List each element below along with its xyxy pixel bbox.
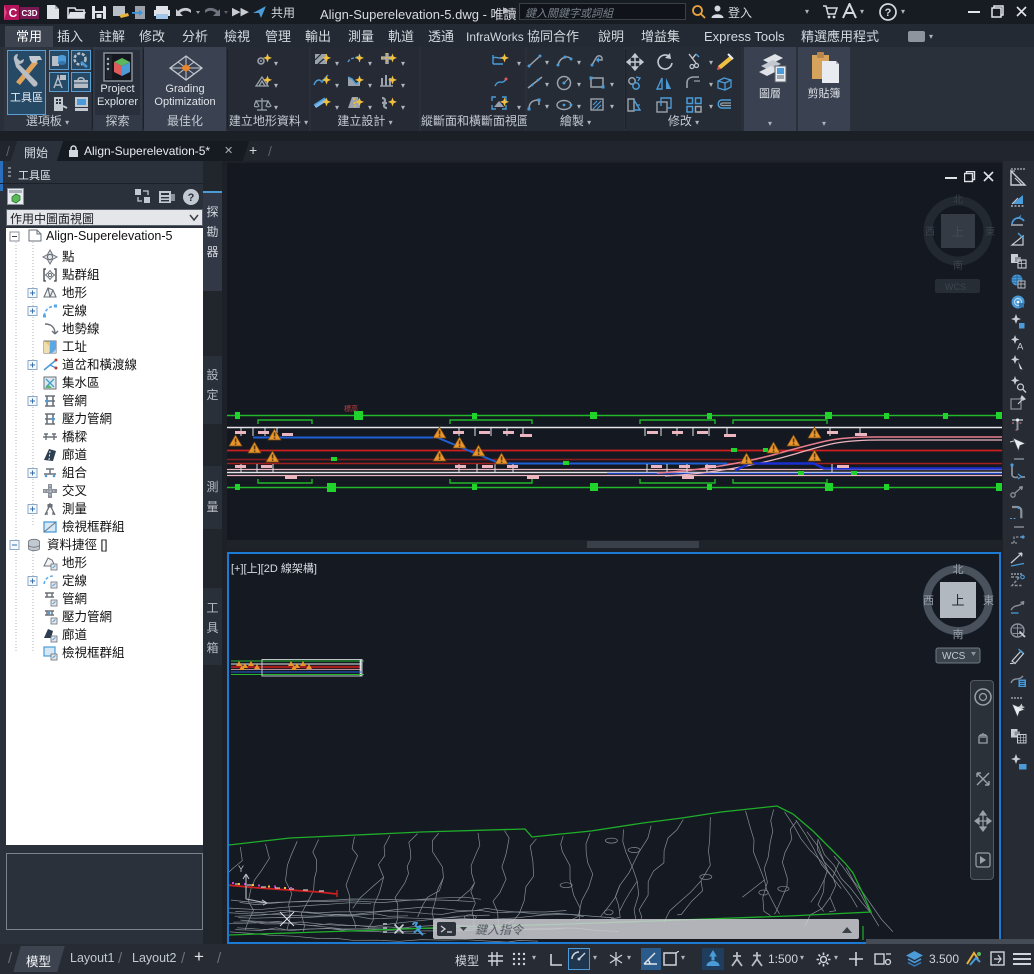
svg-text:橋樑: 橋樑 [62, 430, 88, 444]
svg-text:測量: 測量 [62, 502, 87, 516]
svg-text:南: 南 [953, 628, 964, 641]
svg-text:定線: 定線 [62, 303, 88, 318]
svg-text:C: C [9, 6, 18, 20]
svg-text:WCS: WCS [942, 651, 966, 662]
svg-text:Align-Superelevation-5: Align-Superelevation-5 [46, 229, 173, 243]
svg-text:標高: 標高 [344, 404, 358, 413]
svg-text:?: ? [885, 7, 892, 19]
svg-text:Y: Y [238, 864, 244, 874]
svg-text:資料捷徑 []: 資料捷徑 [] [47, 538, 107, 552]
svg-text:組合: 組合 [62, 465, 88, 480]
svg-text:東: 東 [983, 594, 994, 607]
svg-text:定線: 定線 [62, 573, 88, 588]
svg-text:工址: 工址 [62, 340, 88, 354]
svg-text:A: A [1017, 342, 1024, 353]
svg-text:點: 點 [62, 250, 75, 264]
svg-text:廊道: 廊道 [62, 627, 88, 642]
svg-text:西: 西 [923, 595, 934, 607]
svg-text:壓力管網: 壓力管網 [62, 411, 112, 426]
svg-text:C3D: C3D [21, 9, 37, 18]
svg-text:上: 上 [951, 593, 964, 608]
svg-text:北: 北 [953, 563, 964, 576]
svg-text:壓力管網: 壓力管網 [62, 609, 112, 624]
svg-text:檢視框群組: 檢視框群組 [62, 519, 125, 534]
svg-text:道岔和橫渡線: 道岔和橫渡線 [62, 357, 138, 372]
svg-text:地形: 地形 [62, 286, 88, 300]
svg-text:?: ? [188, 192, 195, 204]
svg-text:檢視框群組: 檢視框群組 [62, 645, 125, 660]
svg-text:集水區: 集水區 [62, 375, 100, 390]
svg-text:管網: 管網 [62, 393, 87, 408]
svg-text:交叉: 交叉 [62, 483, 88, 498]
svg-text:地形: 地形 [62, 556, 88, 570]
svg-text:廊道: 廊道 [62, 447, 88, 462]
svg-text:地勢線: 地勢線 [62, 321, 100, 336]
svg-text:點群組: 點群組 [62, 268, 100, 282]
svg-text:管網: 管網 [62, 591, 87, 606]
